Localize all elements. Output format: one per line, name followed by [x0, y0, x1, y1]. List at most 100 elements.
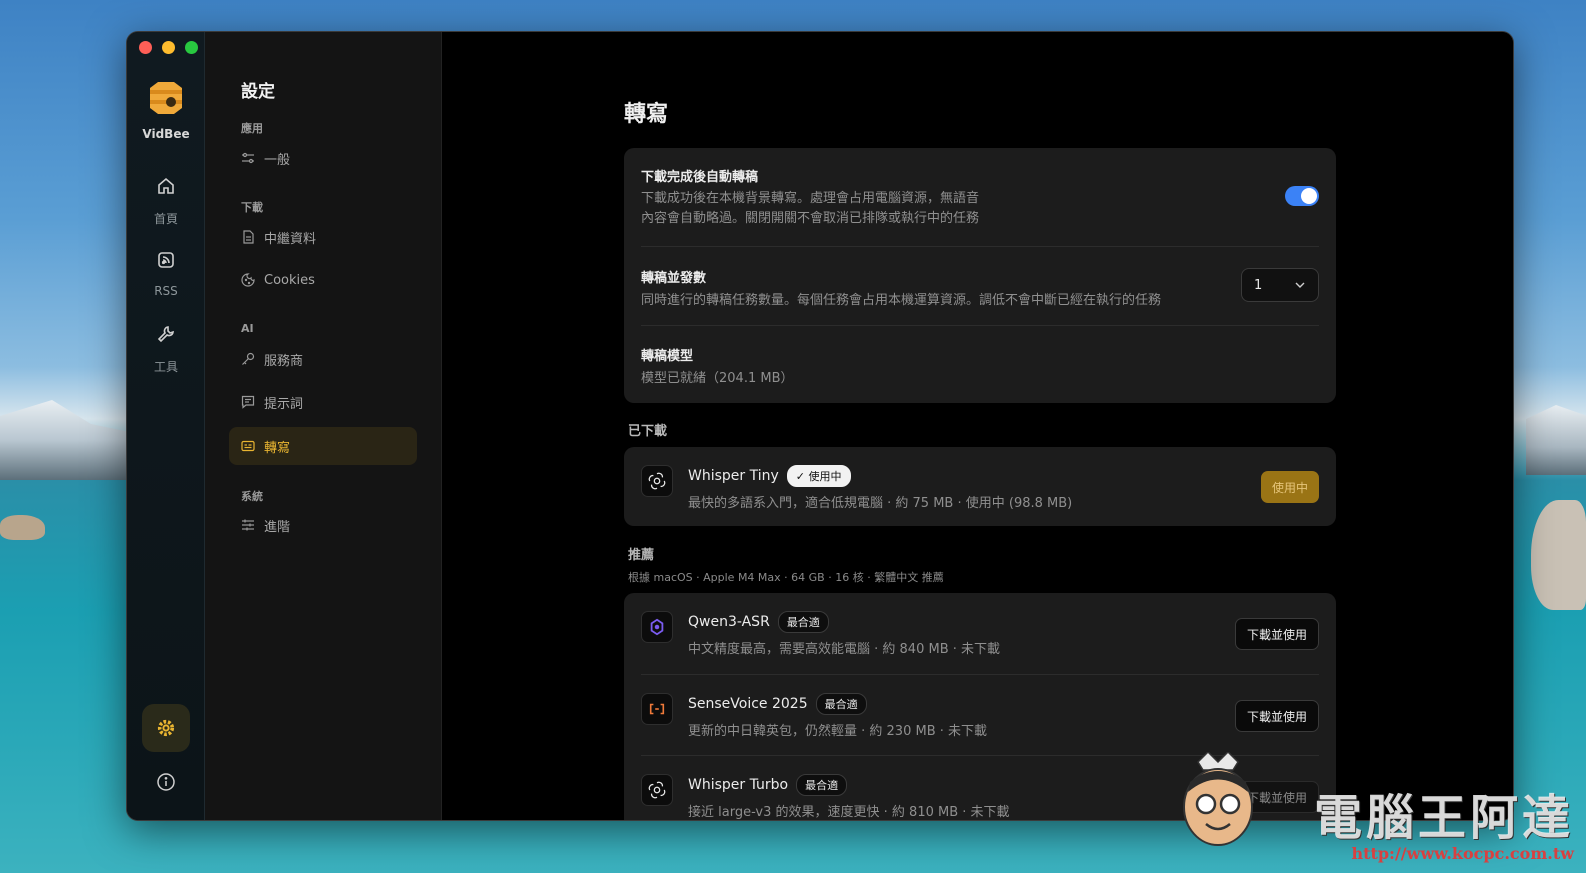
- model-name: Qwen3-ASR 最合適: [688, 611, 829, 633]
- captions-icon: [241, 440, 255, 452]
- chevron-down-icon: [1295, 282, 1305, 288]
- background-rock-left: [0, 515, 45, 540]
- window-controls: [139, 41, 198, 54]
- watermark-url: http://www.kocpc.com.tw: [1351, 844, 1574, 863]
- sliders-icon: [242, 152, 254, 164]
- document-icon: [243, 230, 254, 244]
- app-brand: VidBee: [142, 127, 190, 141]
- section-system: 系統: [241, 490, 263, 503]
- setting-desc: 模型已就緒（204.1 MB）: [641, 371, 794, 386]
- home-icon: [158, 177, 174, 194]
- rail-settings-button[interactable]: [142, 704, 190, 752]
- rail-item-tools[interactable]: 工具: [127, 324, 205, 375]
- setting-auto-transcribe: 下載完成後自動轉稿 下載成功後在本機背景轉寫。處理會占用電腦資源，無語音 內容會…: [641, 148, 1319, 246]
- recommended-sub: 根據 macOS · Apple M4 Max · 64 GB · 16 核 ·…: [628, 571, 944, 584]
- gear-icon: [157, 719, 175, 737]
- model-name: Whisper Tiny ✓ 使用中: [688, 465, 851, 487]
- sidebar-item-label: 服務商: [264, 353, 304, 369]
- info-icon[interactable]: [156, 772, 176, 792]
- openai-icon: [641, 465, 673, 497]
- sidebar-item-general[interactable]: 一般: [229, 139, 417, 177]
- setting-desc: 內容會自動略過。關閉開關不會取消已排隊或執行中的任務: [641, 211, 980, 226]
- concurrency-value: 1: [1254, 277, 1263, 293]
- model-name-text: Whisper Tiny: [688, 468, 779, 484]
- maximize-window-button[interactable]: [185, 41, 198, 54]
- model-name: SenseVoice 2025 最合適: [688, 693, 867, 715]
- model-desc: 接近 large-v3 的效果，速度更快 · 約 810 MB · 未下載: [688, 805, 1010, 820]
- model-name-text: SenseVoice 2025: [688, 696, 808, 712]
- setting-title: 轉稿模型: [641, 349, 694, 364]
- section-app: 應用: [241, 122, 263, 135]
- downloaded-label: 已下載: [628, 424, 668, 439]
- model-name-text: Whisper Turbo: [688, 777, 789, 793]
- rss-icon: [158, 252, 174, 268]
- settings-sidebar: 設定 應用 一般 下載 中繼資料 Cookies AI 服務商 提示詞 轉寫 系…: [205, 32, 442, 820]
- message-icon: [241, 395, 255, 409]
- rail-item-label: RSS: [154, 284, 178, 298]
- section-ai: AI: [241, 322, 254, 335]
- model-row: SenseVoice 2025 最合適 更新的中日韓英包，仍然輕量 · 約 23…: [641, 674, 1319, 755]
- qwen-icon: [641, 611, 673, 643]
- app-window: VidBee 首頁 RSS 工具 設定 應用 一般 下載 中繼資料 Cookie…: [126, 31, 1514, 821]
- sidebar-item-transcribe[interactable]: 轉寫: [229, 427, 417, 465]
- cookie-icon: [241, 273, 255, 287]
- best-fit-badge: 最合適: [815, 693, 867, 715]
- sidebar-item-label: 提示詞: [264, 396, 304, 412]
- in-use-badge: ✓ 使用中: [786, 465, 851, 487]
- sidebar-item-cookies[interactable]: Cookies: [229, 261, 417, 299]
- model-name: Whisper Turbo 最合適: [688, 774, 848, 796]
- best-fit-badge: 最合適: [796, 774, 848, 796]
- settings-title: 設定: [241, 82, 275, 102]
- wrench-icon: [157, 326, 174, 343]
- concurrency-select[interactable]: 1: [1241, 268, 1319, 302]
- watermark-text: 電腦王阿達: [1313, 790, 1574, 846]
- best-fit-badge: 最合適: [777, 611, 829, 633]
- sensevoice-icon: [641, 693, 673, 725]
- sidebar-item-metadata[interactable]: 中繼資料: [229, 218, 417, 256]
- sidebar-item-label: 轉寫: [264, 440, 291, 456]
- setting-title: 轉稿並發數: [641, 271, 707, 286]
- sidebar-item-label: 一般: [264, 152, 291, 168]
- download-use-button[interactable]: 下載並使用: [1234, 700, 1319, 732]
- in-use-button[interactable]: 使用中: [1260, 471, 1319, 503]
- background-mountain-right: [1526, 405, 1586, 475]
- rail-item-label: 首頁: [153, 212, 178, 226]
- close-window-button[interactable]: [139, 41, 152, 54]
- setting-desc: 下載成功後在本機背景轉寫。處理會占用電腦資源，無語音: [641, 191, 980, 206]
- model-name-text: Qwen3-ASR: [688, 614, 770, 630]
- setting-concurrency: 轉稿並發數 同時進行的轉稿任務數量。每個任務會占用本機運算資源。調低不會中斷已經…: [641, 246, 1319, 325]
- adjust-icon: [242, 519, 254, 531]
- downloaded-card: Whisper Tiny ✓ 使用中 最快的多語系入門，適合低規電腦 · 約 7…: [624, 447, 1336, 526]
- model-desc: 最快的多語系入門，適合低規電腦 · 約 75 MB · 使用中 (98.8 MB…: [688, 496, 1073, 511]
- sidebar-item-label: 進階: [264, 519, 291, 535]
- setting-desc: 同時進行的轉稿任務數量。每個任務會占用本機運算資源。調低不會中斷已經在執行的任務: [641, 293, 1162, 308]
- minimize-window-button[interactable]: [162, 41, 175, 54]
- rail-item-rss[interactable]: RSS: [127, 250, 205, 298]
- sidebar-item-advanced[interactable]: 進階: [229, 506, 417, 544]
- watermark: 電腦王阿達 http://www.kocpc.com.tw: [1314, 778, 1574, 863]
- section-download: 下載: [241, 201, 263, 214]
- page-title: 轉寫: [624, 102, 669, 127]
- main-content: 轉寫 下載完成後自動轉稿 下載成功後在本機背景轉寫。處理會占用電腦資源，無語音 …: [443, 32, 1513, 820]
- sidebar-item-provider[interactable]: 服務商: [229, 340, 417, 378]
- vidbee-logo-icon: [150, 82, 182, 114]
- background-rock-right: [1531, 500, 1586, 610]
- setting-title: 下載完成後自動轉稿: [641, 170, 759, 185]
- model-desc: 中文精度最高，需要高效能電腦 · 約 840 MB · 未下載: [688, 642, 1001, 657]
- key-icon: [242, 352, 255, 365]
- model-desc: 更新的中日韓英包，仍然輕量 · 約 230 MB · 未下載: [688, 724, 988, 739]
- app-rail: VidBee 首頁 RSS 工具: [127, 32, 205, 820]
- setting-model: 轉稿模型 模型已就緒（204.1 MB）: [641, 325, 1319, 403]
- model-row: Qwen3-ASR 最合適 中文精度最高，需要高效能電腦 · 約 840 MB …: [641, 593, 1319, 674]
- model-row: Whisper Tiny ✓ 使用中 最快的多語系入門，適合低規電腦 · 約 7…: [641, 447, 1319, 526]
- sidebar-item-prompt[interactable]: 提示詞: [229, 383, 417, 421]
- settings-card: 下載完成後自動轉稿 下載成功後在本機背景轉寫。處理會占用電腦資源，無語音 內容會…: [624, 148, 1336, 403]
- background-mountain-left: [0, 400, 130, 480]
- download-use-button[interactable]: 下載並使用: [1234, 618, 1319, 650]
- rail-item-label: 工具: [153, 360, 178, 374]
- openai-icon: [641, 774, 673, 806]
- auto-transcribe-toggle[interactable]: [1285, 186, 1319, 206]
- watermark-mascot-icon: [1183, 752, 1253, 846]
- rail-item-home[interactable]: 首頁: [127, 176, 205, 227]
- sidebar-item-label: Cookies: [264, 272, 315, 288]
